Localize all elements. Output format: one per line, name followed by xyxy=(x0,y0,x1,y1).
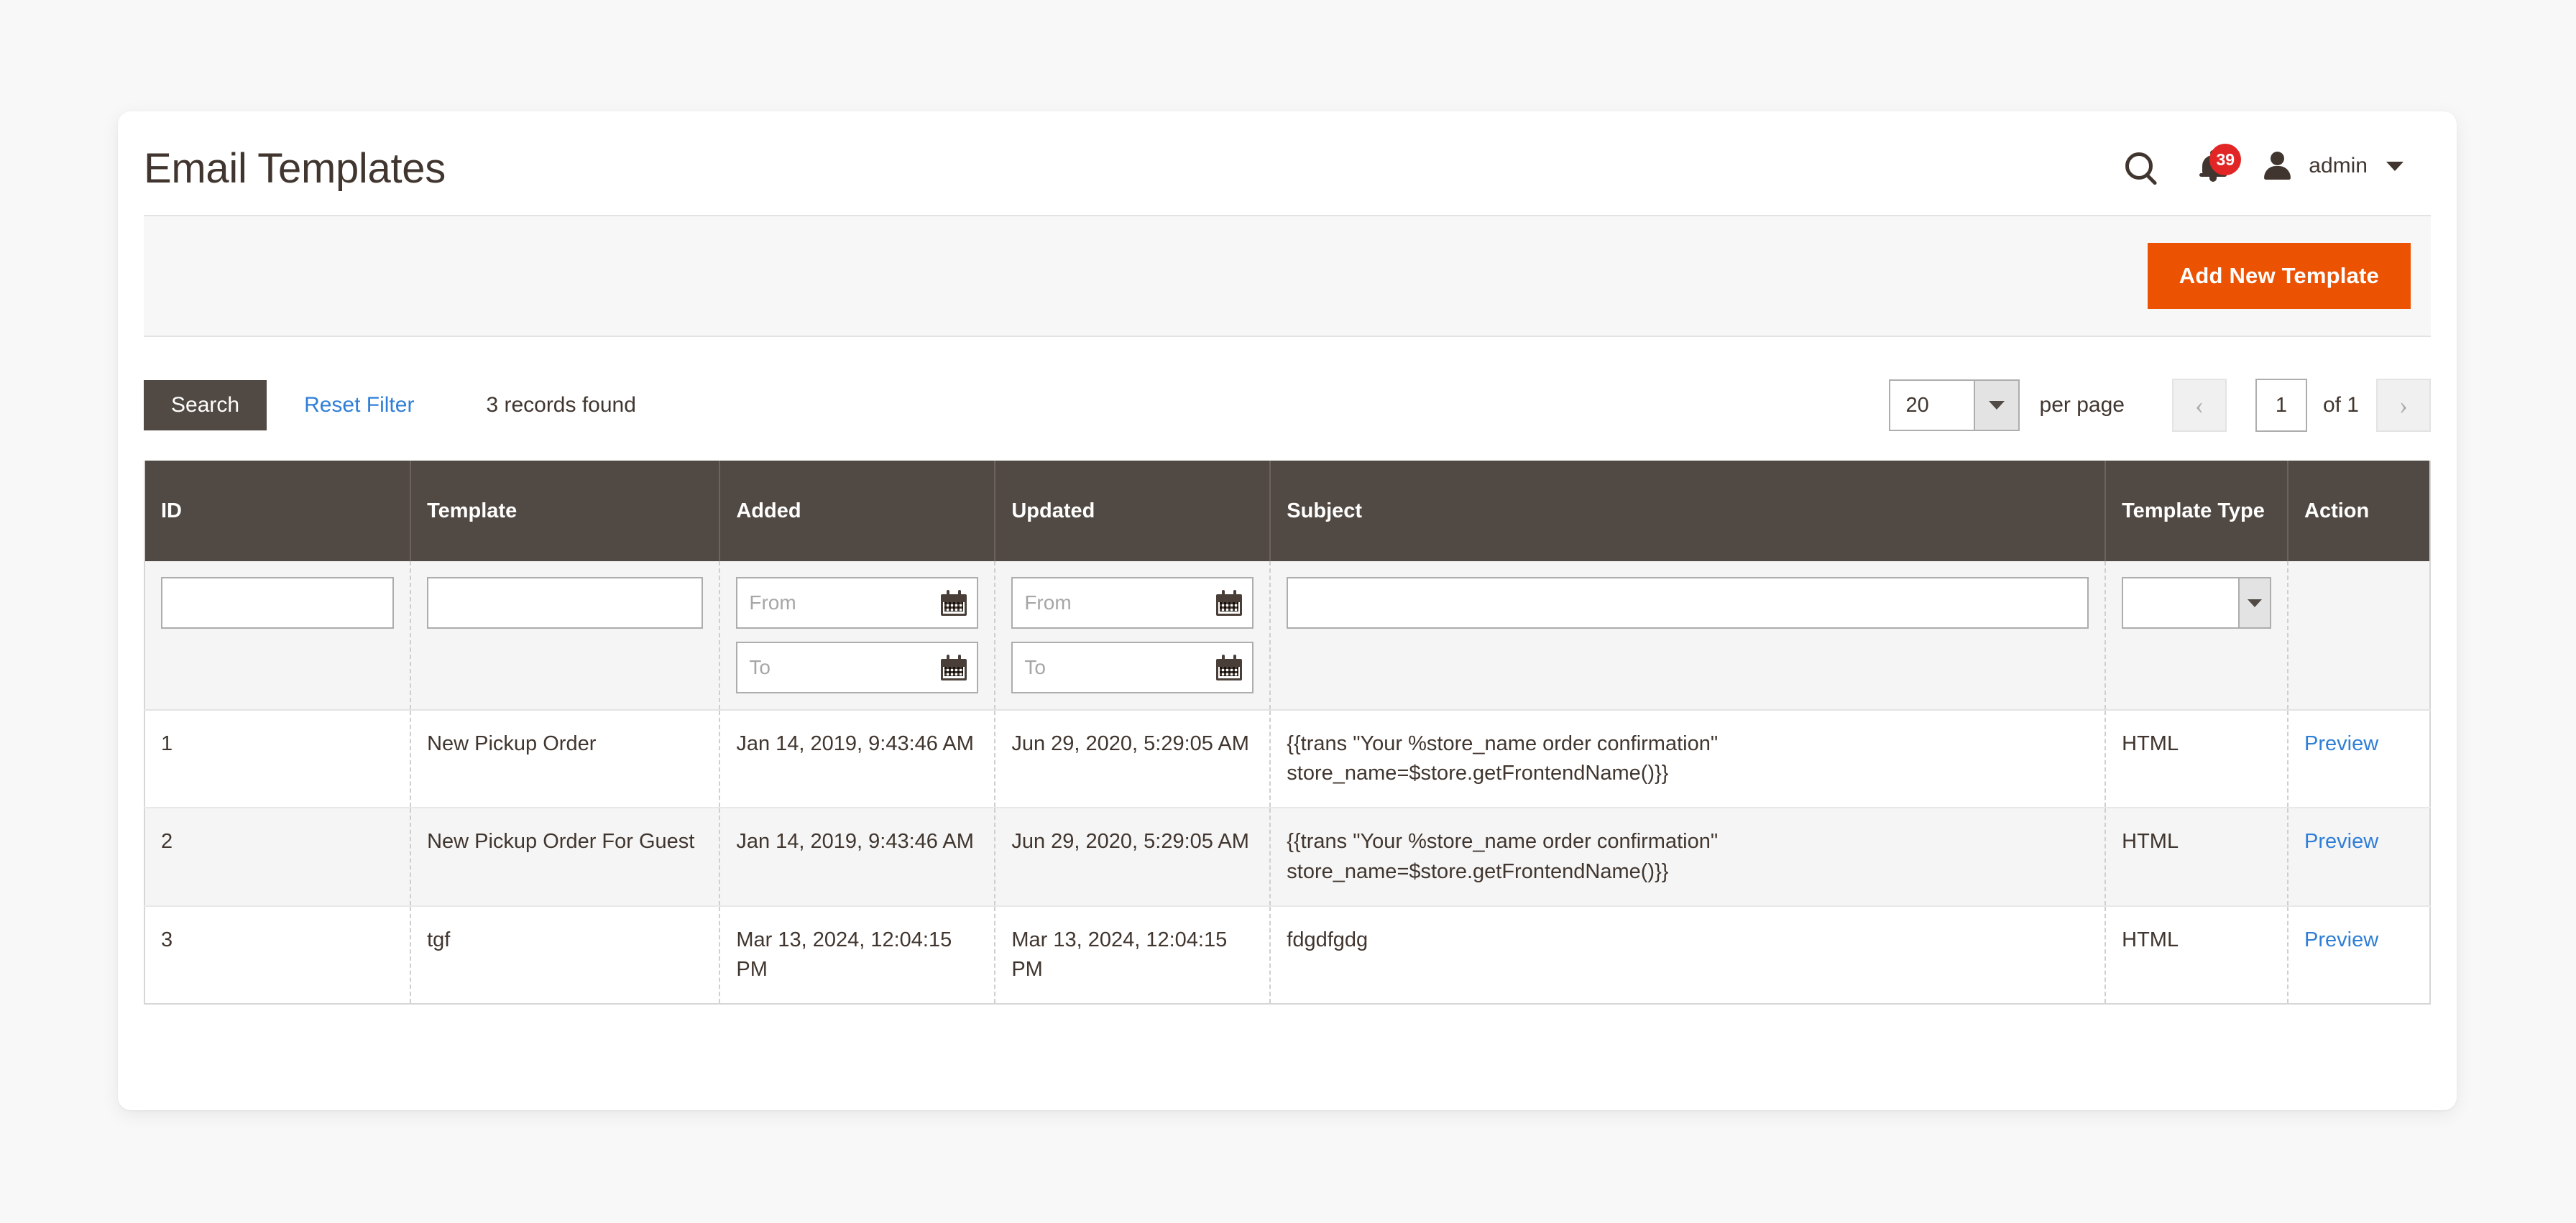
search-icon xyxy=(2125,152,2153,180)
per-page-select[interactable]: 20 xyxy=(1888,379,2020,431)
filter-input-template[interactable] xyxy=(427,577,704,629)
page-header: Email Templates 39 admin xyxy=(118,111,2457,215)
grid-header-row: ID Template Added Updated Subject Templa… xyxy=(144,461,2430,561)
filter-updated-from xyxy=(1011,577,1254,629)
cell-id: 3 xyxy=(144,905,412,1005)
notification-count-badge: 39 xyxy=(2209,144,2242,175)
email-templates-grid: ID Template Added Updated Subject Templa… xyxy=(144,461,2431,1005)
cell-id: 1 xyxy=(144,710,412,809)
grid-filter-row xyxy=(144,561,2430,711)
column-header-id[interactable]: ID xyxy=(144,461,412,561)
cell-id: 2 xyxy=(144,808,412,907)
admin-content-card: Email Templates 39 admin Add New Templat… xyxy=(118,111,2457,1110)
page-root: Email Templates 39 admin Add New Templat… xyxy=(0,0,2576,1223)
filter-cell-subject xyxy=(1270,561,2107,711)
column-header-action: Action xyxy=(2288,461,2430,561)
chevron-left-icon: ‹ xyxy=(2194,391,2204,420)
preview-link[interactable]: Preview xyxy=(2304,732,2378,755)
cell-added: Mar 13, 2024, 12:04:15 PM xyxy=(719,905,996,1005)
chevron-down-icon xyxy=(2386,161,2404,171)
cell-template: New Pickup Order xyxy=(410,710,721,809)
filter-cell-added xyxy=(719,561,996,711)
filter-cell-id xyxy=(144,561,412,711)
cell-template-type: HTML xyxy=(2105,905,2288,1005)
preview-link[interactable]: Preview xyxy=(2304,830,2378,853)
column-header-updated[interactable]: Updated xyxy=(995,461,1271,561)
page-title: Email Templates xyxy=(144,144,446,192)
column-header-template-type[interactable]: Template Type xyxy=(2105,461,2288,561)
cell-updated: Jun 29, 2020, 5:29:05 AM xyxy=(995,808,1271,907)
cell-subject: {{trans "Your %store_name order confirma… xyxy=(1270,710,2107,809)
header-actions: 39 admin xyxy=(2104,141,2404,191)
user-name-label: admin xyxy=(2309,154,2368,177)
filter-select-template-type[interactable] xyxy=(2122,577,2271,629)
reset-filter-link[interactable]: Reset Filter xyxy=(304,393,414,417)
grid-toolbar: Search Reset Filter 3 records found 20 p… xyxy=(144,337,2431,461)
current-page-input[interactable] xyxy=(2255,379,2307,432)
cell-template: tgf xyxy=(410,905,721,1005)
filter-select-value xyxy=(2123,578,2238,627)
column-header-added[interactable]: Added xyxy=(719,461,996,561)
user-menu[interactable]: admin xyxy=(2253,141,2404,191)
cell-template-type: HTML xyxy=(2105,710,2288,809)
global-search-button[interactable] xyxy=(2104,141,2174,191)
cell-added: Jan 14, 2019, 9:43:46 AM xyxy=(719,808,996,907)
calendar-icon[interactable] xyxy=(1216,590,1243,616)
filter-input-id[interactable] xyxy=(161,577,395,629)
cell-subject: {{trans "Your %store_name order confirma… xyxy=(1270,808,2107,907)
table-row[interactable]: 2 New Pickup Order For Guest Jan 14, 201… xyxy=(144,808,2430,907)
cell-updated: Jun 29, 2020, 5:29:05 AM xyxy=(995,710,1271,809)
total-pages-label: of 1 xyxy=(2322,393,2359,417)
search-button[interactable]: Search xyxy=(144,380,267,430)
filter-cell-updated xyxy=(995,561,1271,711)
calendar-icon[interactable] xyxy=(941,655,967,680)
cell-template-type: HTML xyxy=(2105,808,2288,907)
cell-action: Preview xyxy=(2288,710,2430,809)
previous-page-button[interactable]: ‹ xyxy=(2171,379,2227,432)
table-row[interactable]: 3 tgf Mar 13, 2024, 12:04:15 PM Mar 13, … xyxy=(144,905,2430,1005)
filter-added-to xyxy=(736,642,979,693)
page-actions-bar: Add New Template xyxy=(144,215,2431,337)
filter-added-from xyxy=(736,577,979,629)
filter-cell-template xyxy=(410,561,721,711)
cell-subject: fdgdfgdg xyxy=(1270,905,2107,1005)
next-page-button[interactable]: › xyxy=(2376,379,2431,432)
preview-link[interactable]: Preview xyxy=(2304,928,2378,951)
filter-input-subject[interactable] xyxy=(1287,577,2089,629)
records-found-label: 3 records found xyxy=(486,393,636,417)
calendar-icon[interactable] xyxy=(1216,655,1243,680)
column-header-template[interactable]: Template xyxy=(410,461,721,561)
chevron-down-icon[interactable] xyxy=(1973,381,2018,430)
cell-updated: Mar 13, 2024, 12:04:15 PM xyxy=(995,905,1271,1005)
cell-action: Preview xyxy=(2288,808,2430,907)
add-new-template-button[interactable]: Add New Template xyxy=(2147,243,2411,309)
cell-action: Preview xyxy=(2288,905,2430,1005)
chevron-down-icon[interactable] xyxy=(2238,578,2270,627)
chevron-right-icon: › xyxy=(2399,391,2408,420)
user-avatar-icon xyxy=(2263,152,2291,180)
per-page-label: per page xyxy=(2039,393,2125,417)
cell-added: Jan 14, 2019, 9:43:46 AM xyxy=(719,710,996,809)
per-page-value: 20 xyxy=(1905,393,1929,417)
filter-cell-template-type xyxy=(2105,561,2288,711)
filter-updated-to xyxy=(1011,642,1254,693)
table-row[interactable]: 1 New Pickup Order Jan 14, 2019, 9:43:46… xyxy=(144,710,2430,809)
filter-cell-action xyxy=(2288,561,2430,711)
pagination-controls: 20 per page ‹ of 1 › xyxy=(1888,379,2431,432)
column-header-subject[interactable]: Subject xyxy=(1270,461,2107,561)
calendar-icon[interactable] xyxy=(941,590,967,616)
notifications-button[interactable]: 39 xyxy=(2174,141,2253,191)
cell-template: New Pickup Order For Guest xyxy=(410,808,721,907)
